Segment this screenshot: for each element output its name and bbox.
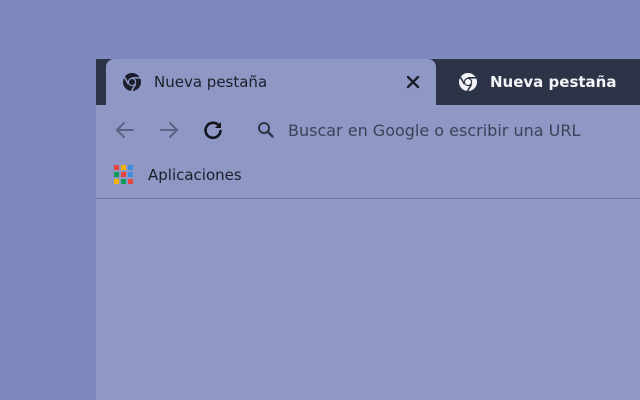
tab-strip: Nueva pestaña Nueva pestaña [96,59,640,105]
desktop-background: Nueva pestaña Nueva pestaña Buscar en Go… [0,0,640,400]
omnibox-input[interactable] [288,120,628,140]
bookmark-label: Aplicaciones [148,166,242,184]
omnibox[interactable] [252,115,636,145]
back-button[interactable] [112,117,138,143]
tab-new-tab-inactive[interactable]: Nueva pestaña [442,59,640,105]
chrome-icon [123,73,141,92]
close-tab-button[interactable] [402,71,424,93]
arrow-right-icon [160,122,178,138]
arrow-left-icon [116,122,134,138]
search-icon [258,122,274,138]
tab-title: Nueva pestaña [490,73,617,91]
close-icon [406,75,420,89]
bookmark-apps[interactable]: Aplicaciones [114,163,242,187]
reload-button[interactable] [200,117,226,143]
page-content [96,199,640,400]
chrome-icon [459,73,477,92]
toolbar [96,105,640,155]
reload-icon [204,121,222,140]
tab-new-tab-active[interactable]: Nueva pestaña [106,59,436,105]
bookmarks-bar: Aplicaciones [96,155,640,199]
browser-window: Nueva pestaña Nueva pestaña Buscar en Go… [96,59,640,400]
apps-grid-icon [114,165,134,185]
forward-button[interactable] [156,117,182,143]
tab-title: Nueva pestaña [154,73,268,91]
